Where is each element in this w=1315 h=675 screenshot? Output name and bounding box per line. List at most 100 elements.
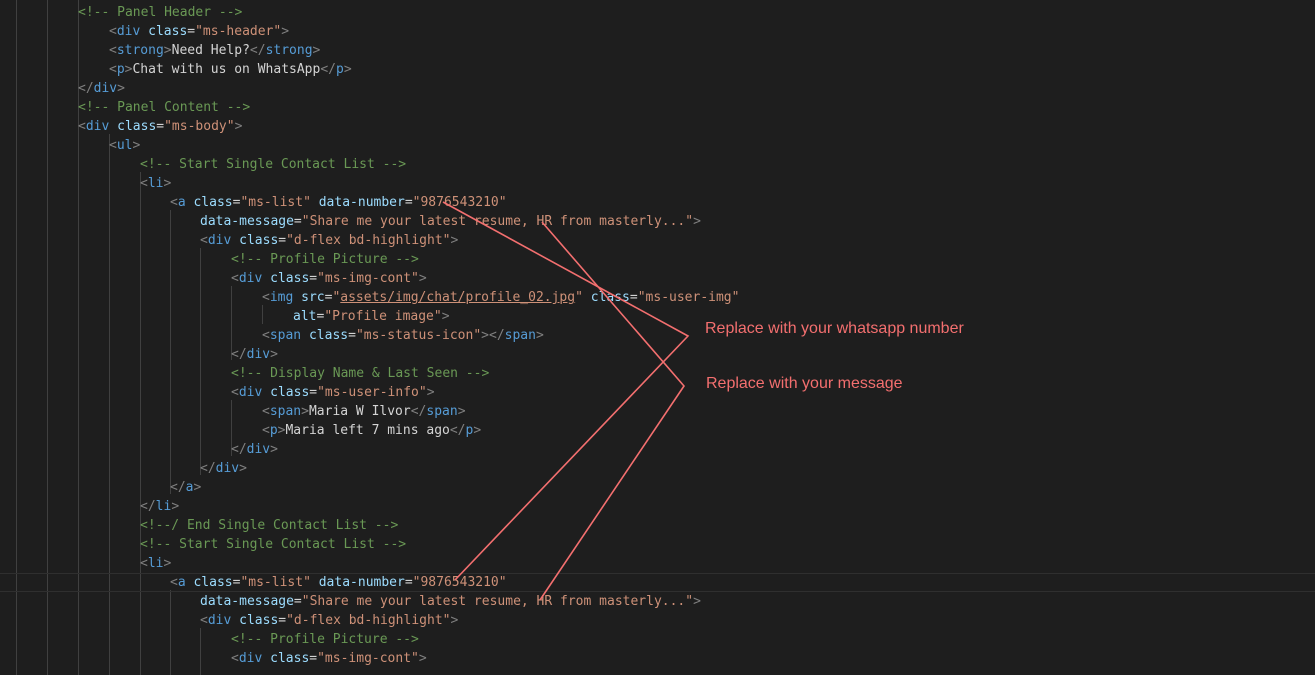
code-token-tag: span	[269, 404, 302, 419]
code-token-tag: div	[238, 385, 263, 400]
code-token-punct: <	[109, 138, 117, 153]
code-token-value: "ms-user-img"	[637, 290, 740, 305]
code-line: <span class="ms-status-icon"></span>	[262, 326, 544, 345]
code-token-eq: =	[629, 290, 638, 305]
code-token-tag: p	[335, 62, 344, 77]
indent-guide	[200, 248, 201, 475]
code-line: data-message="Share me your latest resum…	[200, 592, 701, 611]
code-token-tag: div	[93, 81, 118, 96]
code-token-punct: <	[231, 271, 239, 286]
code-token-tag: a	[177, 195, 186, 210]
code-token-punct: </	[170, 480, 186, 495]
code-token-value: "ms-user-info"	[317, 385, 427, 400]
code-token-tag: li	[147, 556, 164, 571]
code-token-comment: <!-- Panel Content -->	[78, 100, 251, 115]
code-token-punct: <	[262, 290, 270, 305]
code-line: <div class="ms-img-cont">	[231, 269, 427, 288]
code-token-tag: img	[269, 290, 294, 305]
code-token-link: assets/img/chat/profile_02.jpg	[340, 290, 576, 305]
annotation-message-label: Replace with your message	[706, 375, 903, 392]
code-token-value: "ms-body"	[164, 119, 235, 134]
code-token-attr: src	[301, 290, 325, 305]
code-line: <p>Chat with us on WhatsApp</p>	[109, 60, 352, 79]
code-line: </div>	[78, 79, 125, 98]
indent-guide	[109, 134, 110, 675]
code-line: <div class="d-flex bd-highlight">	[200, 611, 458, 630]
code-token-punct: <	[231, 651, 239, 666]
annotation-number-label: Replace with your whatsapp number	[705, 320, 964, 337]
code-line: <div class="ms-header">	[109, 22, 289, 41]
code-line: <li>	[140, 554, 171, 573]
code-token-punct: >	[312, 43, 321, 58]
code-token-value: "ms-list"	[240, 575, 311, 590]
code-token-attr: class	[590, 290, 630, 305]
code-line: <div class="d-flex bd-highlight">	[200, 231, 458, 250]
code-token-tag: strong	[116, 43, 164, 58]
code-token-tag: strong	[265, 43, 313, 58]
code-token-punct: <	[170, 195, 178, 210]
indent-guide	[170, 210, 171, 494]
code-token-punct: >	[281, 24, 290, 39]
code-token-punct: </	[140, 499, 156, 514]
code-token-eq: =	[187, 24, 196, 39]
annotation-arrow-message	[539, 221, 686, 601]
indent-guide	[170, 590, 171, 675]
code-token-attr: class	[193, 575, 233, 590]
code-token-punct: >	[171, 499, 180, 514]
code-token-punct: <	[262, 423, 270, 438]
code-token-tag: li	[155, 499, 172, 514]
code-line: <a class="ms-list" data-number="98765432…	[170, 193, 507, 212]
code-token-punct: </	[78, 81, 94, 96]
code-token-punct: >	[163, 43, 172, 58]
code-line: data-message="Share me your latest resum…	[200, 212, 701, 231]
code-line: <!-- Panel Content -->	[78, 98, 250, 117]
code-token-eq: =	[309, 385, 318, 400]
code-token-eq: =	[404, 575, 413, 590]
code-line: <div class="ms-img-cont">	[231, 649, 427, 668]
code-token-tag: div	[238, 651, 263, 666]
code-token-comment: <!-- Start Single Contact List -->	[140, 157, 407, 172]
code-token-punct: >	[426, 385, 435, 400]
code-line: <!-- Profile Picture -->	[231, 250, 419, 269]
code-token-punct: <	[200, 613, 208, 628]
code-token-attr: class	[308, 328, 349, 343]
code-token-attr: class	[239, 613, 279, 628]
code-editor[interactable]: <!-- Panel Header --> <div class="ms-head…	[0, 0, 1315, 675]
code-token-attr: alt	[293, 309, 317, 324]
code-token-tag: li	[147, 176, 164, 191]
code-token-attr: data-message	[200, 594, 294, 609]
code-token-value: "9876543210"	[412, 195, 507, 210]
code-token-tag: div	[246, 347, 271, 362]
code-token-comment: <!--/ End Single Contact List -->	[140, 518, 399, 533]
code-token-punct: </	[231, 347, 247, 362]
code-token-tag: a	[177, 575, 186, 590]
code-token-tag: span	[269, 328, 302, 343]
code-token-punct: </	[249, 43, 266, 58]
annotation-arrow-number	[442, 201, 690, 581]
code-token-attr: class	[239, 233, 279, 248]
code-line: <!-- Display Name & Last Seen -->	[231, 364, 489, 383]
code-token-value: "9876543210"	[412, 575, 507, 590]
code-token-value: "Share me your latest resume, HR from ma…	[301, 214, 694, 229]
code-token-punct: <	[262, 404, 270, 419]
code-line: <ul>	[109, 136, 140, 155]
code-token-punct: >	[193, 480, 202, 495]
code-token-punct: </	[410, 404, 427, 419]
code-line: <!-- Start Single Contact List -->	[140, 155, 406, 174]
code-token-punct: <	[140, 556, 148, 571]
code-token-comment: <!-- Panel Header -->	[78, 5, 243, 20]
code-token-comment: <!-- Profile Picture -->	[231, 632, 419, 647]
code-token-tag: span	[426, 404, 458, 419]
code-token-punct: <	[109, 62, 117, 77]
code-token-punct: >	[270, 442, 278, 457]
indent-guide	[140, 172, 141, 675]
code-line: alt="Profile image">	[293, 307, 450, 326]
code-token-attr: class	[117, 119, 157, 134]
code-token-tag: p	[116, 62, 125, 77]
code-token-value: "ms-header"	[195, 24, 282, 39]
